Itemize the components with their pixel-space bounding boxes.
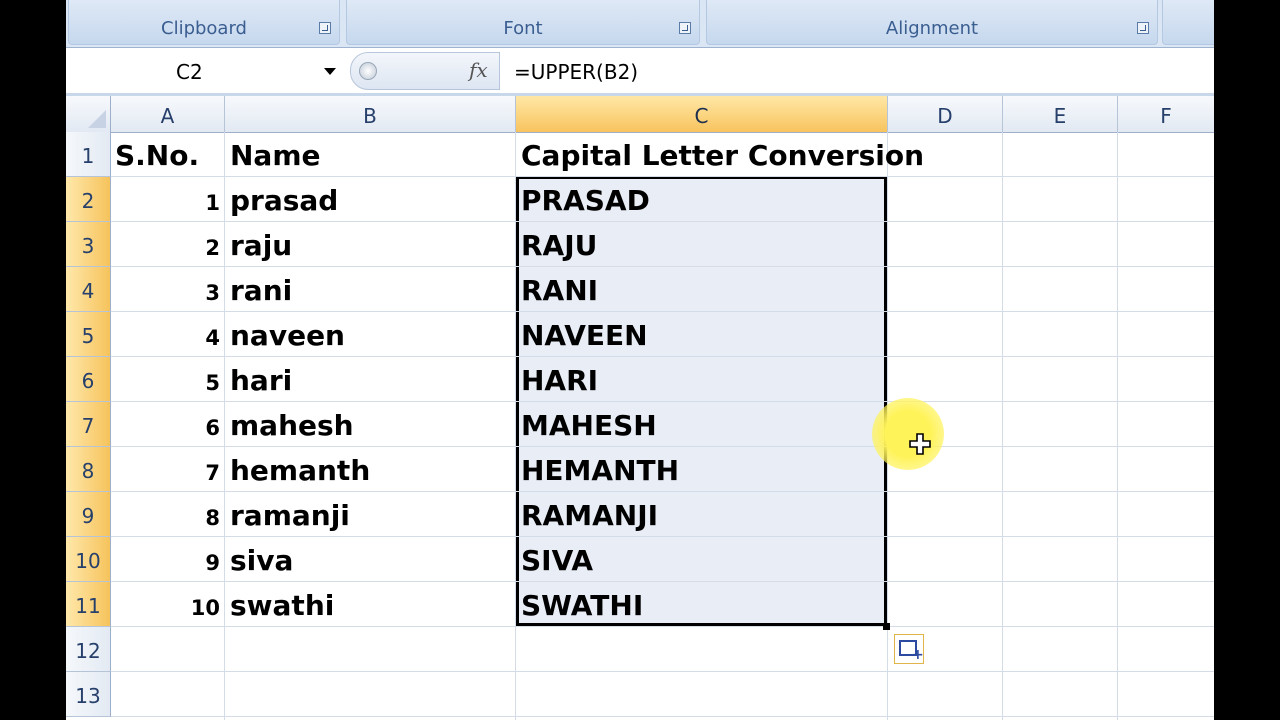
row-header-7[interactable]: 7 [66, 402, 111, 447]
row-header-1[interactable]: 1 [66, 132, 111, 177]
row-header-4[interactable]: 4 [66, 267, 111, 312]
clipboard-dialog-launcher-icon[interactable] [319, 22, 331, 34]
cell-b6[interactable]: hari [230, 364, 292, 397]
cell-c8[interactable]: HEMANTH [521, 454, 679, 487]
formula-input[interactable]: =UPPER(B2) [514, 60, 638, 84]
row-header-3[interactable]: 3 [66, 222, 111, 267]
cell-a11[interactable]: 10 [126, 596, 220, 620]
clipboard-group-label: Clipboard [161, 18, 247, 39]
grid-line [111, 626, 1214, 627]
cell-b2[interactable]: prasad [230, 184, 338, 217]
cell-c4[interactable]: RANI [521, 274, 598, 307]
cell-c5[interactable]: NAVEEN [521, 319, 648, 352]
grid-line [111, 581, 1214, 582]
cell-b4[interactable]: rani [230, 274, 292, 307]
grid-line [111, 176, 1214, 177]
formula-bar-controls: fx [350, 52, 500, 90]
name-box-value: C2 [176, 60, 203, 84]
cell-b9[interactable]: ramanji [230, 499, 350, 532]
cell-c6[interactable]: HARI [521, 364, 598, 397]
name-box[interactable]: C2 [66, 50, 346, 90]
select-all-button[interactable] [66, 96, 111, 133]
font-group-label: Font [503, 18, 543, 39]
column-header-b[interactable]: B [225, 96, 516, 133]
row-header-8[interactable]: 8 [66, 447, 111, 492]
column-header-f[interactable]: F [1118, 96, 1214, 133]
cell-a1[interactable]: S.No. [115, 139, 199, 172]
cell-c9[interactable]: RAMANJI [521, 499, 658, 532]
grid-line [111, 536, 1214, 537]
row-header-12[interactable]: 12 [66, 627, 111, 672]
ribbon-group-alignment: Alignment [706, 0, 1158, 45]
cell-c3[interactable]: RAJU [521, 229, 597, 262]
column-header-c[interactable]: C [516, 96, 888, 133]
cell-c2[interactable]: PRASAD [521, 184, 650, 217]
ribbon-group-font: Font [346, 0, 700, 45]
row-header-13[interactable]: 13 [66, 672, 111, 717]
excel-window: Clipboard Font Alignment C2 fx =UPPER(B2… [66, 0, 1214, 720]
splitter-handle-icon[interactable] [359, 62, 377, 80]
insert-function-icon[interactable]: fx [469, 58, 488, 82]
cell-c11[interactable]: SWATHI [521, 589, 643, 622]
cell-b10[interactable]: siva [230, 544, 293, 577]
formula-bar: C2 fx =UPPER(B2) [66, 48, 1214, 96]
cell-a7[interactable]: 6 [126, 416, 220, 440]
ribbon: Clipboard Font Alignment [66, 0, 1214, 48]
alignment-dialog-launcher-icon[interactable] [1137, 22, 1149, 34]
cell-b1[interactable]: Name [230, 139, 321, 172]
chevron-down-icon[interactable] [324, 68, 336, 75]
column-header-e[interactable]: E [1003, 96, 1118, 133]
cell-a5[interactable]: 4 [126, 326, 220, 350]
cell-c10[interactable]: SIVA [521, 544, 593, 577]
worksheet-grid[interactable]: A B C D E F 1 2 3 4 5 6 7 8 9 10 11 12 1… [66, 96, 1214, 720]
move-cross-cursor-icon [909, 433, 931, 455]
cell-c1[interactable]: Capital Letter Conversion [521, 139, 924, 172]
grid-line [111, 716, 1214, 717]
column-header-a[interactable]: A [111, 96, 225, 133]
cell-a10[interactable]: 9 [126, 551, 220, 575]
fill-handle[interactable] [883, 623, 890, 630]
row-header-9[interactable]: 9 [66, 492, 111, 537]
row-header-10[interactable]: 10 [66, 537, 111, 582]
grid-line [111, 311, 1214, 312]
cell-b8[interactable]: hemanth [230, 454, 370, 487]
cell-a3[interactable]: 2 [126, 236, 220, 260]
cell-b7[interactable]: mahesh [230, 409, 354, 442]
ribbon-group-clipboard: Clipboard [68, 0, 340, 45]
grid-line [111, 356, 1214, 357]
cell-c7[interactable]: MAHESH [521, 409, 657, 442]
grid-line [111, 401, 1214, 402]
column-header-d[interactable]: D [888, 96, 1003, 133]
alignment-group-label: Alignment [885, 18, 979, 39]
cell-b11[interactable]: swathi [230, 589, 334, 622]
cell-a2[interactable]: 1 [126, 191, 220, 215]
row-header-5[interactable]: 5 [66, 312, 111, 357]
font-dialog-launcher-icon[interactable] [679, 22, 691, 34]
grid-line [111, 446, 1214, 447]
cell-a4[interactable]: 3 [126, 281, 220, 305]
row-header-2[interactable]: 2 [66, 177, 111, 222]
cell-a8[interactable]: 7 [126, 461, 220, 485]
cell-a6[interactable]: 5 [126, 371, 220, 395]
auto-fill-options-icon[interactable]: + [894, 634, 924, 664]
cell-b3[interactable]: raju [230, 229, 292, 262]
ribbon-group-partial [1162, 0, 1214, 45]
cell-a9[interactable]: 8 [126, 506, 220, 530]
grid-line [111, 491, 1214, 492]
grid-line [111, 266, 1214, 267]
row-header-6[interactable]: 6 [66, 357, 111, 402]
grid-line [111, 221, 1214, 222]
cell-b5[interactable]: naveen [230, 319, 345, 352]
grid-line [111, 671, 1214, 672]
row-header-11[interactable]: 11 [66, 582, 111, 627]
plus-icon: + [912, 647, 924, 663]
